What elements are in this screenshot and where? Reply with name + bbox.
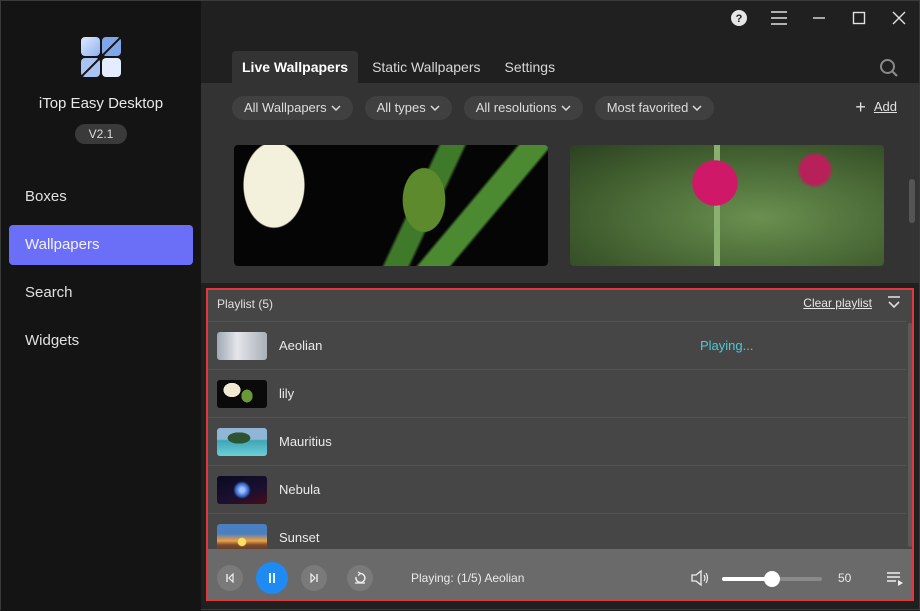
playlist-item[interactable]: lily <box>208 369 906 417</box>
minimize-button[interactable] <box>799 5 839 31</box>
tab-settings[interactable]: Settings <box>495 51 566 83</box>
repeat-button[interactable] <box>347 565 373 591</box>
playlist-item-name: Mauritius <box>279 434 332 449</box>
window-controls: ? <box>719 5 919 31</box>
playlist-title: Playlist (5) <box>217 297 274 311</box>
playlist-panel: Playlist (5) Clear playlist Aeolian Play… <box>206 288 914 601</box>
tab-static-wallpapers[interactable]: Static Wallpapers <box>362 51 490 83</box>
volume-value: 50 <box>838 571 852 585</box>
app-logo-icon <box>81 37 121 77</box>
playlist-item[interactable]: Sunset <box>208 513 906 549</box>
playlist-thumbnail <box>217 427 267 456</box>
chevron-down-icon <box>331 105 341 112</box>
filter-label: All Wallpapers <box>244 100 327 115</box>
chevron-down-icon <box>561 105 571 112</box>
pause-button[interactable] <box>256 562 288 594</box>
playlist-item[interactable]: Mauritius <box>208 417 906 465</box>
filter-bar: All Wallpapers All types All resolutions… <box>232 96 726 120</box>
clear-playlist-link[interactable]: Clear playlist <box>803 296 872 310</box>
tab-live-wallpapers[interactable]: Live Wallpapers <box>232 51 359 83</box>
playlist-list: Aeolian Playing... lily Mauritius Nebula <box>208 321 906 549</box>
help-button[interactable]: ? <box>719 5 759 31</box>
filter-all-types[interactable]: All types <box>364 96 452 120</box>
wallpaper-grid <box>234 145 906 266</box>
playlist-thumbnail <box>217 379 267 408</box>
skip-previous-icon <box>226 573 234 583</box>
sidebar-item-wallpapers[interactable]: Wallpapers <box>9 225 193 265</box>
playlist-header: Playlist (5) Clear playlist <box>208 290 912 320</box>
sidebar: iTop Easy Desktop V2.1 Boxes Wallpapers … <box>1 1 201 611</box>
sidebar-item-widgets[interactable]: Widgets <box>9 321 193 361</box>
wallpaper-content: All Wallpapers All types All resolutions… <box>201 83 919 283</box>
next-button[interactable] <box>301 565 327 591</box>
playing-status: Playing... <box>700 338 754 353</box>
playlist-thumbnail <box>217 331 267 360</box>
close-button[interactable] <box>879 5 919 31</box>
playlist-item-name: lily <box>279 386 295 401</box>
sidebar-nav: Boxes Wallpapers Search Widgets <box>9 177 193 369</box>
chevron-down-icon <box>692 105 702 112</box>
player-bar: Playing: (1/5) Aeolian 50 <box>208 549 912 599</box>
repeat-icon <box>355 571 366 584</box>
filter-all-resolutions[interactable]: All resolutions <box>463 96 583 120</box>
filter-label: All resolutions <box>475 100 557 115</box>
menu-icon <box>771 11 787 25</box>
add-label: Add <box>873 99 897 114</box>
search-icon[interactable] <box>879 58 899 78</box>
playlist-toggle-icon[interactable] <box>886 569 904 587</box>
chevron-down-icon <box>430 105 440 112</box>
plus-icon: + <box>855 96 866 117</box>
previous-button[interactable] <box>217 565 243 591</box>
wallpaper-thumbnail-lily[interactable] <box>234 145 548 266</box>
playlist-thumbnail <box>217 475 267 504</box>
filter-label: All types <box>376 100 426 115</box>
add-wallpaper-button[interactable]: + Add <box>855 96 897 117</box>
sidebar-item-search[interactable]: Search <box>9 273 193 313</box>
filter-label: Most favorited <box>606 100 689 115</box>
playlist-item[interactable]: Nebula <box>208 465 906 513</box>
filter-most-favorited[interactable]: Most favorited <box>594 96 715 120</box>
maximize-icon <box>852 11 866 25</box>
playlist-item[interactable]: Aeolian Playing... <box>208 321 906 369</box>
maximize-button[interactable] <box>839 5 879 31</box>
menu-button[interactable] <box>759 5 799 31</box>
volume-icon[interactable] <box>690 569 710 587</box>
filter-all-wallpapers[interactable]: All Wallpapers <box>232 96 353 120</box>
playlist-thumbnail <box>217 523 267 549</box>
svg-text:?: ? <box>736 13 743 25</box>
sidebar-item-boxes[interactable]: Boxes <box>9 177 193 217</box>
help-icon: ? <box>731 10 747 26</box>
now-playing-text: Playing: (1/5) Aeolian <box>411 571 525 585</box>
volume-knob[interactable] <box>764 571 780 587</box>
playlist-item-name: Nebula <box>279 482 321 497</box>
playlist-item-name: Aeolian <box>279 338 323 353</box>
wallpaper-tabs: Live Wallpapers Static Wallpapers Settin… <box>232 51 569 83</box>
close-icon <box>892 11 906 25</box>
version-badge: V2.1 <box>75 124 127 144</box>
app-window: iTop Easy Desktop V2.1 Boxes Wallpapers … <box>0 0 920 611</box>
pause-icon <box>269 573 275 583</box>
app-name: iTop Easy Desktop <box>38 95 164 112</box>
playlist-scrollbar[interactable] <box>908 323 912 547</box>
main-panel: ? Live Wallpapers Static Wallpapers Sett… <box>201 1 919 609</box>
collapse-playlist-icon[interactable] <box>886 295 902 311</box>
playlist-item-name: Sunset <box>279 530 320 545</box>
wallpaper-scrollbar[interactable] <box>909 179 915 223</box>
volume-slider[interactable] <box>722 571 822 587</box>
wallpaper-thumbnail-zinnia[interactable] <box>570 145 884 266</box>
skip-next-icon <box>310 573 318 583</box>
minimize-icon <box>813 17 825 19</box>
